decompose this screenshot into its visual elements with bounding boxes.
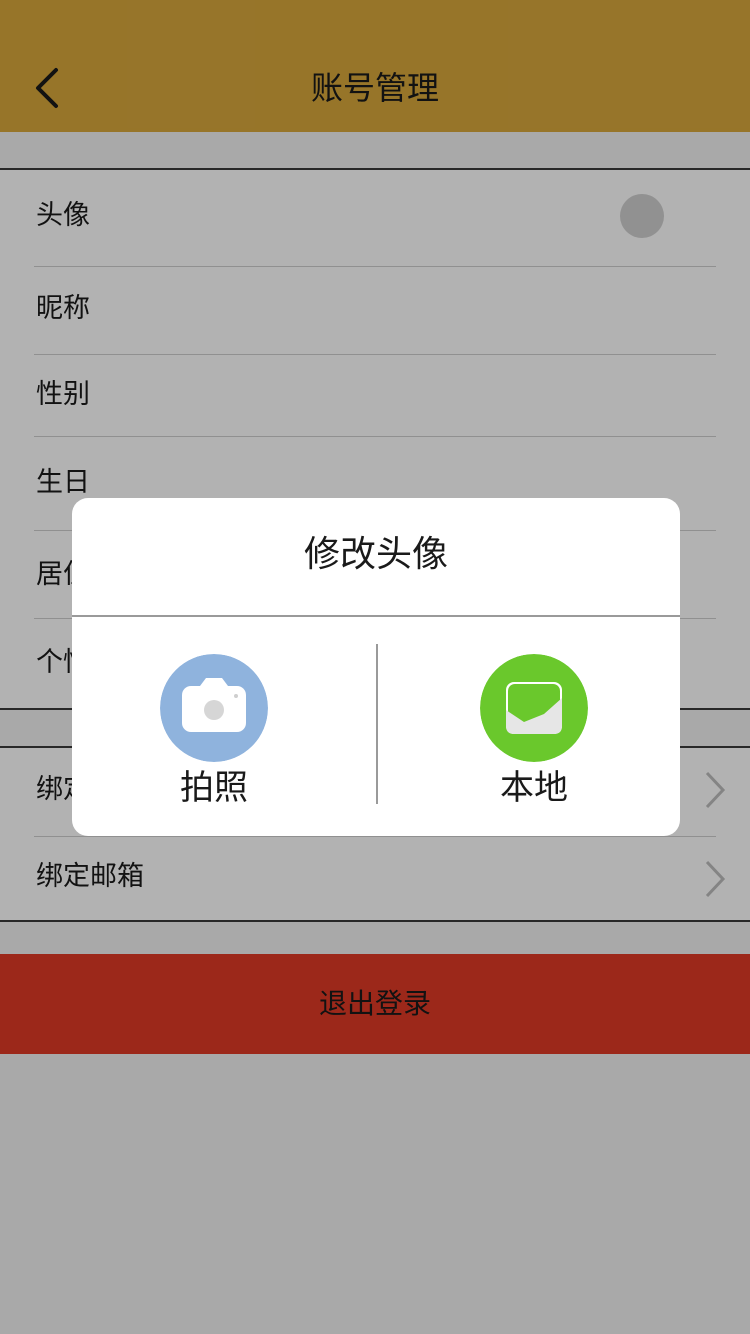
image-icon (480, 654, 588, 762)
dialog-vertical-divider (376, 644, 378, 804)
change-avatar-dialog: 修改头像 拍照 本地 (72, 498, 680, 836)
dialog-title: 修改头像 (303, 534, 448, 575)
local-album-label: 本地 (500, 768, 568, 808)
dialog-divider (72, 615, 680, 617)
take-photo-label: 拍照 (180, 768, 248, 808)
camera-icon (160, 654, 268, 762)
local-album-option[interactable]: 本地 (434, 648, 634, 818)
take-photo-option[interactable]: 拍照 (114, 648, 314, 818)
